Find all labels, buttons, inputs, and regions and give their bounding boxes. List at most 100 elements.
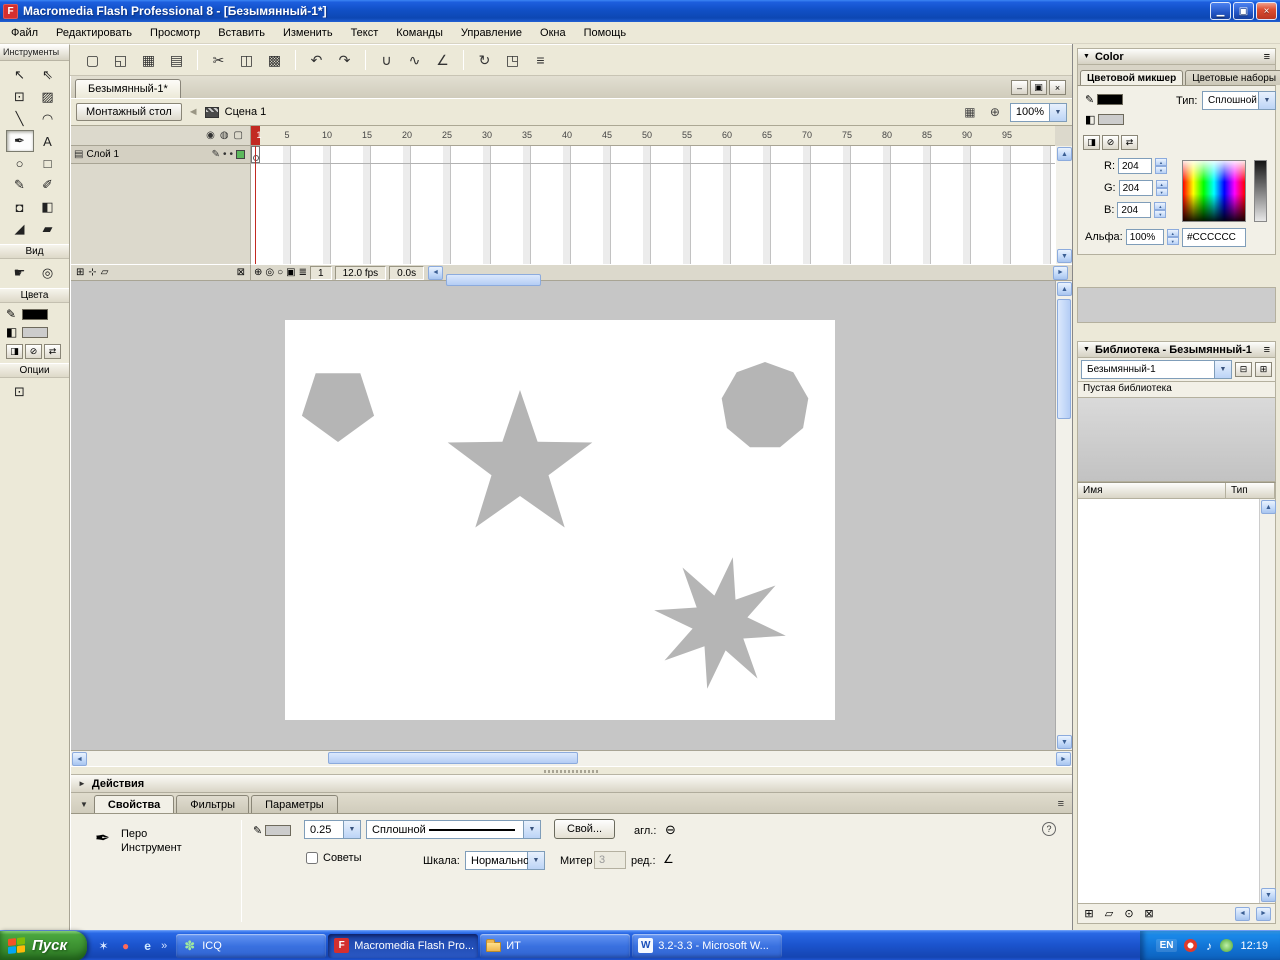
layer-visibility-dot[interactable]: • bbox=[223, 149, 227, 160]
cap-style-icon[interactable]: ⊖ bbox=[665, 822, 676, 838]
dropdown-arrow[interactable] bbox=[528, 851, 545, 870]
selection-tool[interactable]: ↖ bbox=[6, 64, 34, 86]
edit-multiple-frames-icon[interactable]: ▣ bbox=[286, 267, 295, 278]
delete-layer-icon[interactable]: ⊠ bbox=[237, 267, 245, 278]
insert-layer-icon[interactable]: ⊞ bbox=[76, 267, 84, 278]
tab-parameters[interactable]: Параметры bbox=[251, 795, 338, 813]
rectangle-tool[interactable]: □ bbox=[34, 152, 62, 174]
menu-text[interactable]: Текст bbox=[342, 24, 388, 42]
fill-type-value[interactable]: Сплошной bbox=[1202, 91, 1259, 110]
close-button[interactable]: × bbox=[1256, 2, 1277, 20]
quick-launch-app[interactable]: ✶ bbox=[95, 937, 112, 954]
menu-modify[interactable]: Изменить bbox=[274, 24, 342, 42]
custom-stroke-button[interactable]: Свой... bbox=[554, 819, 616, 839]
stage-button[interactable]: Монтажный стол bbox=[76, 103, 182, 121]
menu-help[interactable]: Помощь bbox=[575, 24, 636, 42]
scroll-right-button[interactable] bbox=[1256, 906, 1271, 921]
item-properties-icon[interactable]: ⊙ bbox=[1121, 907, 1137, 920]
scroll-left-button[interactable] bbox=[1235, 906, 1250, 921]
object-drawing-option[interactable]: ⊡ bbox=[6, 381, 34, 403]
stroke-color-swatch[interactable] bbox=[22, 308, 48, 320]
collapse-icon[interactable]: ▼ bbox=[1083, 346, 1090, 353]
timeline-frame-ruler[interactable]: 1 5 10 15 20 25 30 35 40 45 50 55 60 65 70 75 80 85 90 95 bbox=[251, 126, 1055, 146]
menu-insert[interactable]: Вставить bbox=[209, 24, 274, 42]
scroll-down-button[interactable] bbox=[1261, 888, 1276, 902]
task-flash[interactable]: F Macromedia Flash Pro... bbox=[328, 933, 479, 958]
document-tab[interactable]: Безымянный-1* bbox=[75, 79, 181, 98]
color-panel-header[interactable]: ▼ Color ≡ bbox=[1077, 48, 1276, 65]
layer-row[interactable]: ▤ Слой 1 ✎ • • bbox=[71, 146, 250, 164]
brightness-bar[interactable] bbox=[1254, 160, 1267, 222]
add-motion-guide-icon[interactable]: ⊹ bbox=[88, 267, 96, 278]
library-document-value[interactable]: Безымянный-1 bbox=[1081, 360, 1215, 379]
outline-all-icon[interactable]: ▢ bbox=[234, 130, 243, 141]
eight-point-star-shape[interactable] bbox=[654, 557, 786, 689]
task-folder-it[interactable]: ИТ bbox=[480, 933, 631, 958]
stage-vertical-scrollbar[interactable] bbox=[1055, 281, 1072, 750]
stroke-color-control[interactable]: ✎ bbox=[253, 824, 292, 837]
print-button[interactable]: ▤ bbox=[164, 48, 189, 72]
expand-icon[interactable]: ► bbox=[78, 779, 86, 788]
straighten-button[interactable]: ∠ bbox=[430, 48, 455, 72]
scale-button[interactable]: ◳ bbox=[500, 48, 525, 72]
dropdown-arrow[interactable] bbox=[1259, 91, 1276, 110]
brush-tool[interactable]: ✐ bbox=[34, 174, 62, 196]
miter-input[interactable] bbox=[594, 851, 626, 869]
menu-commands[interactable]: Команды bbox=[387, 24, 452, 42]
edit-symbol-icon[interactable]: ⊕ bbox=[985, 103, 1005, 121]
stage-view[interactable] bbox=[71, 281, 1055, 750]
scroll-up-button[interactable] bbox=[1057, 147, 1072, 161]
quick-launch-opera[interactable]: ● bbox=[117, 937, 134, 954]
insert-folder-icon[interactable]: ▱ bbox=[101, 267, 109, 278]
stroke-width-value[interactable]: 0.25 bbox=[304, 820, 344, 839]
layer-name[interactable]: Слой 1 bbox=[86, 149, 208, 160]
scale-value[interactable]: Нормально bbox=[465, 851, 529, 870]
panel-menu-icon[interactable]: ≡ bbox=[1264, 344, 1270, 356]
menu-file[interactable]: Файл bbox=[2, 24, 47, 42]
lasso-tool[interactable]: ◠ bbox=[34, 108, 62, 130]
timeline-vertical-scrollbar[interactable] bbox=[1055, 146, 1072, 264]
scroll-thumb[interactable] bbox=[1057, 299, 1071, 419]
scroll-left-button[interactable] bbox=[72, 752, 87, 766]
text-tool[interactable]: A bbox=[34, 130, 62, 152]
quick-launch-overflow-icon[interactable]: » bbox=[161, 940, 167, 952]
stage-canvas[interactable] bbox=[285, 320, 835, 720]
tab-filters[interactable]: Фильтры bbox=[176, 795, 250, 813]
stroke-color-swatch[interactable] bbox=[265, 825, 292, 836]
dropdown-arrow[interactable] bbox=[524, 820, 541, 839]
new-library-window-icon[interactable]: ⊞ bbox=[1255, 362, 1272, 377]
language-indicator[interactable]: EN bbox=[1155, 939, 1178, 952]
rotate-button[interactable]: ↻ bbox=[472, 48, 497, 72]
clock[interactable]: 12:19 bbox=[1240, 940, 1268, 952]
eyedropper-tool[interactable]: ◢ bbox=[6, 218, 34, 240]
join-style-icon[interactable]: ∠ bbox=[663, 852, 674, 866]
scroll-down-button[interactable] bbox=[1057, 735, 1072, 749]
eraser-tool[interactable]: ▰ bbox=[34, 218, 62, 240]
library-vertical-scrollbar[interactable] bbox=[1259, 499, 1276, 903]
open-button[interactable]: ◱ bbox=[108, 48, 133, 72]
menu-control[interactable]: Управление bbox=[452, 24, 531, 42]
new-document-button[interactable]: ▢ bbox=[80, 48, 105, 72]
pentagon-shape[interactable] bbox=[301, 373, 375, 442]
scale-combo[interactable]: Нормально bbox=[465, 851, 545, 870]
color-spectrum-picker[interactable] bbox=[1182, 160, 1246, 222]
layer-frames-row[interactable] bbox=[251, 146, 1055, 164]
timeline-frames[interactable] bbox=[251, 146, 1055, 264]
collapse-icon[interactable]: ▼ bbox=[74, 800, 94, 813]
copy-button[interactable]: ◫ bbox=[234, 48, 259, 72]
no-color-button[interactable]: ⊘ bbox=[1102, 135, 1119, 150]
zoom-combo[interactable]: 100% bbox=[1009, 102, 1067, 122]
panel-splitter[interactable] bbox=[71, 766, 1072, 775]
actions-panel-header[interactable]: ► Действия bbox=[71, 775, 1072, 793]
zoom-value[interactable]: 100% bbox=[1009, 102, 1050, 122]
scroll-up-button[interactable] bbox=[1057, 282, 1072, 296]
show-hide-all-icon[interactable]: ◉ bbox=[206, 130, 215, 141]
timeline-horizontal-scrollbar[interactable] bbox=[427, 265, 1069, 286]
fill-color-swatch[interactable] bbox=[1098, 114, 1125, 125]
delete-item-icon[interactable]: ⊠ bbox=[1141, 907, 1157, 920]
panel-menu-icon[interactable]: ≡ bbox=[1264, 51, 1270, 63]
green-stepper[interactable] bbox=[1155, 180, 1168, 196]
stage-horizontal-scrollbar[interactable] bbox=[71, 750, 1072, 766]
subselection-tool[interactable]: ⇖ bbox=[34, 64, 62, 86]
green-value-input[interactable] bbox=[1118, 180, 1153, 196]
